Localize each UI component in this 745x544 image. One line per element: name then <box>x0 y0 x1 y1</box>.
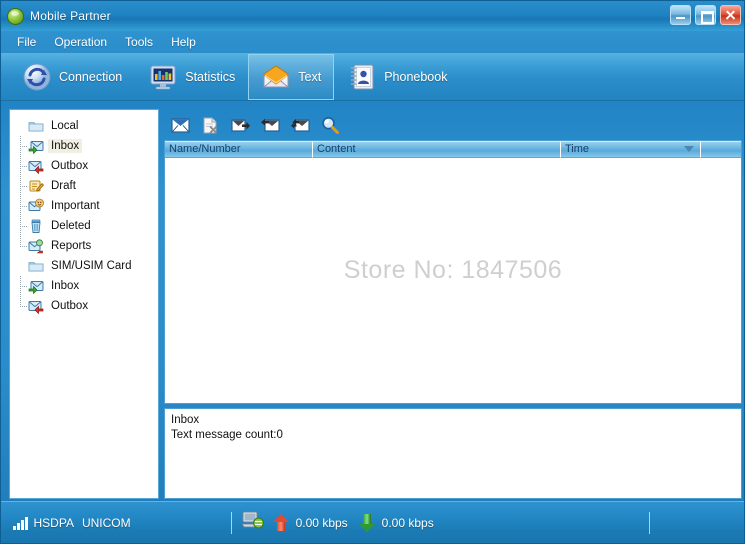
sidebar-item-local-inbox-label: Inbox <box>48 139 83 153</box>
navigation-bar: Connection Statistics Text Phonebook <box>1 53 744 101</box>
forward-message-button[interactable] <box>228 114 252 136</box>
menu-item-operation[interactable]: Operation <box>46 33 115 51</box>
column-header-content[interactable]: Content <box>313 141 561 158</box>
envelope-reply-all-icon <box>290 118 310 132</box>
envelope-reply-icon <box>260 118 280 132</box>
column-header-content-label: Content <box>317 143 356 155</box>
sidebar-item-sim-inbox-label: Inbox <box>51 280 80 292</box>
sidebar-item-local-deleted-label: Deleted <box>51 220 91 232</box>
arrow-down-green-icon <box>358 513 375 532</box>
globe-green-icon <box>7 7 24 25</box>
outbox-envelope-icon <box>28 298 44 315</box>
status-divider-right <box>648 511 650 534</box>
tab-statistics[interactable]: Statistics <box>135 54 248 100</box>
sidebar-item-local-reports-label: Reports <box>51 240 92 252</box>
tree-group-sim[interactable]: SIM/USIM Card <box>14 256 154 276</box>
reply-message-button[interactable] <box>258 114 282 136</box>
menu-item-help[interactable]: Help <box>163 33 204 51</box>
open-envelope-icon <box>262 64 290 87</box>
column-header-name-number-label: Name/Number <box>169 143 241 155</box>
folder-icon <box>28 258 44 274</box>
store-watermark: Store No: 1847506 <box>343 256 563 284</box>
signal-bars-icon <box>13 516 28 530</box>
sidebar-item-local-reports[interactable]: Reports <box>14 236 154 256</box>
menu-bar: File Operation Tools Help <box>1 31 744 53</box>
status-network-type: HSDPA <box>33 515 74 530</box>
bar-chart-monitor-icon <box>150 65 176 89</box>
column-header-time[interactable]: Time <box>561 141 701 158</box>
tab-connection[interactable]: Connection <box>9 54 135 100</box>
message-preview-panel[interactable]: Inbox Text message count:0 <box>164 408 742 499</box>
tree-group-sim-label: SIM/USIM Card <box>51 260 132 272</box>
sidebar-item-sim-inbox[interactable]: Inbox <box>14 276 154 296</box>
search-button[interactable] <box>318 114 342 136</box>
preview-message-count: Text message count:0 <box>171 429 283 441</box>
folder-tree-panel: Local Inbox Outbox Draft Important Delet… <box>9 109 159 499</box>
preview-folder-name: Inbox <box>171 414 200 426</box>
folder-tree: Local Inbox Outbox Draft Important Delet… <box>10 110 158 320</box>
sidebar-item-sim-outbox[interactable]: Outbox <box>14 296 154 316</box>
tab-phonebook-label: Phonebook <box>384 69 448 84</box>
report-envelope-icon <box>28 238 44 254</box>
tree-group-local[interactable]: Local <box>14 116 154 136</box>
menu-item-file[interactable]: File <box>9 33 44 51</box>
tab-statistics-label: Statistics <box>185 69 236 84</box>
delete-message-button[interactable] <box>198 114 222 136</box>
tab-phonebook[interactable]: Phonebook <box>334 54 460 100</box>
column-header-name-number[interactable]: Name/Number <box>165 141 313 158</box>
address-book-icon <box>350 64 374 89</box>
sidebar-item-local-outbox[interactable]: Outbox <box>14 156 154 176</box>
trash-bin-icon <box>28 218 44 234</box>
tab-connection-label: Connection <box>59 69 123 84</box>
sidebar-item-local-draft[interactable]: Draft <box>14 176 154 196</box>
folder-icon <box>28 118 44 134</box>
menu-item-tools[interactable]: Tools <box>117 33 161 51</box>
document-delete-icon <box>203 117 217 133</box>
sidebar-item-local-inbox[interactable]: Inbox <box>14 136 154 156</box>
tree-group-local-label: Local <box>51 120 79 132</box>
column-header-spacer[interactable] <box>701 141 741 158</box>
message-list-body[interactable]: Store No: 1847506 <box>165 158 741 403</box>
message-toolbar <box>164 111 742 139</box>
reply-all-button[interactable] <box>288 114 312 136</box>
arrow-up-red-icon <box>272 513 289 532</box>
upload-speed: 0.00 kbps <box>295 515 348 530</box>
outbox-envelope-icon <box>28 158 44 175</box>
download-speed: 0.00 kbps <box>381 515 434 530</box>
inbox-envelope-icon <box>28 278 44 295</box>
status-divider <box>230 511 232 534</box>
column-header-time-label: Time <box>565 143 590 155</box>
draft-pencil-icon <box>28 178 44 194</box>
sidebar-item-local-deleted[interactable]: Deleted <box>14 216 154 236</box>
tab-text[interactable]: Text <box>248 53 335 100</box>
tab-text-label: Text <box>298 69 322 84</box>
status-bar: HSDPA UNICOM 0.00 kbps 0.00 kbps <box>1 501 744 543</box>
message-list-panel: Name/Number Content Time Store No: 18475… <box>164 140 742 404</box>
title-bar: Mobile Partner <box>1 1 744 31</box>
window-controls <box>670 5 741 25</box>
magnifier-icon <box>322 116 339 134</box>
network-connection-icon <box>240 510 264 535</box>
envelope-blue-icon <box>170 117 190 133</box>
sidebar-item-local-important[interactable]: Important <box>14 196 154 216</box>
close-button[interactable] <box>720 5 741 25</box>
sort-descending-icon <box>684 146 694 152</box>
important-envelope-icon <box>28 198 44 214</box>
sidebar-item-local-draft-label: Draft <box>51 180 76 192</box>
new-message-button[interactable] <box>168 114 192 136</box>
sidebar-item-local-outbox-label: Outbox <box>51 160 89 172</box>
sidebar-item-local-important-label: Important <box>51 200 100 212</box>
window-title: Mobile Partner <box>30 9 111 23</box>
status-operator: UNICOM <box>81 515 131 530</box>
minimize-button[interactable] <box>670 5 691 25</box>
application-window: Mobile Partner File Operation Tools Help <box>0 0 745 544</box>
envelope-forward-icon <box>230 118 250 132</box>
sidebar-item-sim-outbox-label: Outbox <box>51 300 89 312</box>
refresh-circle-icon <box>23 63 51 90</box>
maximize-button[interactable] <box>695 5 716 25</box>
message-list-header: Name/Number Content Time <box>165 141 741 158</box>
inbox-envelope-icon <box>28 138 44 155</box>
